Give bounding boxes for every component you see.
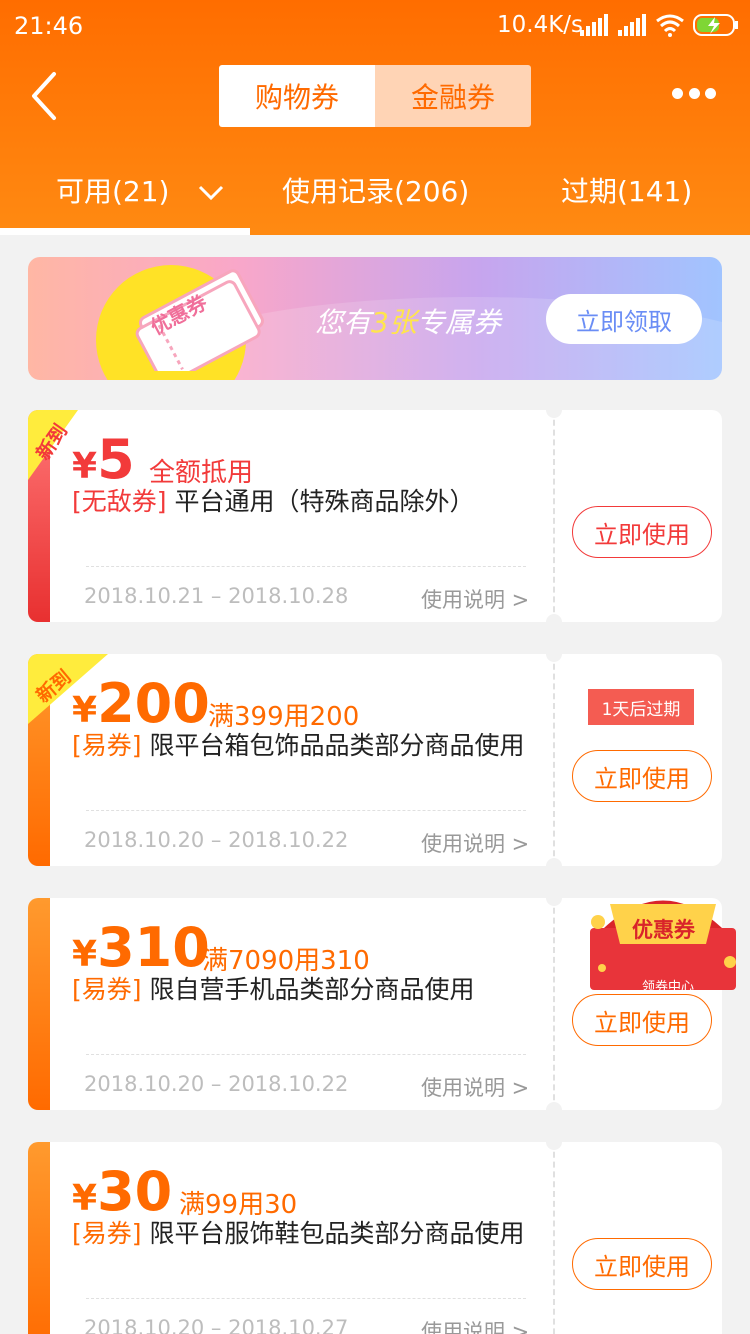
usage-instructions-link[interactable]: 使用说明 > [421,828,529,858]
notch [546,898,562,906]
coupon-condition: 全额抵用 [149,458,254,488]
notch [546,1102,562,1110]
network-speed: 10.4K/s [497,12,584,38]
banner-message-prefix: 您有 [315,306,372,339]
coupon-validity-dates: 2018.10.20 – 2018.10.27 [84,1316,349,1334]
coupon-condition: 满99用30 [179,1190,298,1220]
banner-message-suffix: 专属券 [416,306,501,339]
use-now-button[interactable]: 立即使用 [572,1238,712,1290]
perforation-line [553,898,555,1110]
status-bar: 21:46 10.4K/s [0,0,750,52]
notch [546,410,562,418]
chevron-down-icon [199,185,224,201]
coupon-amount-value: 30 [97,1160,173,1223]
coupon-amount-value: 310 [97,916,210,979]
divider [86,566,526,567]
signal-icon [580,14,608,36]
coupon-color-bar [28,898,50,1110]
segment-finance-coupon[interactable]: 金融券 [375,65,531,127]
coupon-description: [易券] 限平台箱包饰品品类部分商品使用 [72,730,540,762]
tab-usage-history[interactable]: 使用记录(206) [282,170,469,210]
divider [86,810,526,811]
notch [546,1142,562,1150]
packet-title: 优惠券 [632,918,695,942]
coupon-card: 新到 ¥5 全额抵用 [无敌券] 平台通用（特殊商品除外） 2018.10.21… [28,410,722,622]
wifi-icon [656,14,684,37]
coupon-description: [易券] 限自营手机品类部分商品使用 [72,974,540,1006]
use-now-button[interactable]: 立即使用 [572,506,712,558]
tab-available-label: 可用(21) [56,175,170,208]
coupon-condition: 满399用200 [208,702,360,732]
coupon-condition: 满7090用310 [202,946,370,976]
coupon-description-text: 限平台箱包饰品品类部分商品使用 [149,731,525,760]
use-now-button[interactable]: 立即使用 [572,750,712,802]
packet-subtitle: 领券中心 [642,980,695,995]
expiry-badge: 1天后过期 [588,689,694,725]
coupon-description-text: 限自营手机品类部分商品使用 [149,975,475,1004]
coupon-type-segmented-control: 购物券 金融券 [219,65,531,127]
coupon-status-tabs: 可用(21) 使用记录(206) 过期(141) [0,160,750,235]
status-time: 21:46 [14,12,84,40]
coupon-tag: [易券] [72,1219,142,1248]
coupon-amount: ¥200 [72,672,210,735]
tab-expired[interactable]: 过期(141) [561,170,692,210]
back-arrow-icon[interactable] [24,66,64,126]
coupon-description: [无敌券] 平台通用（特殊商品除外） [72,486,540,518]
coupon-description-text: 限平台服饰鞋包品类部分商品使用 [149,1219,525,1248]
perforation-line [553,1142,555,1334]
active-tab-indicator [0,228,250,235]
coupon-card: 新到 ¥200 满399用200 [易券] 限平台箱包饰品品类部分商品使用 20… [28,654,722,866]
perforation-line [553,654,555,866]
perforation-line [553,410,555,622]
coupon-validity-dates: 2018.10.20 – 2018.10.22 [84,828,349,852]
exclusive-coupon-banner[interactable]: 优惠券 您有3张专属券 立即领取 [28,257,722,380]
coupon-card: ¥30 满99用30 [易券] 限平台服饰鞋包品类部分商品使用 2018.10.… [28,1142,722,1334]
signal-icon-2 [618,14,646,36]
coupon-amount: ¥5 [72,428,135,491]
coupon-tag: [易券] [72,975,142,1004]
notch [546,858,562,866]
app-header: 21:46 10.4K/s 购物券 金融券 可用(21) 使用记录(206) 过… [0,0,750,235]
coupon-amount-value: 200 [97,672,210,735]
banner-message-number: 3张 [371,306,417,339]
coupon-color-bar [28,1142,50,1334]
use-now-button[interactable]: 立即使用 [572,994,712,1046]
coupon-amount-value: 5 [97,428,135,491]
more-options-icon[interactable] [672,88,716,102]
usage-instructions-link[interactable]: 使用说明 > [421,584,529,614]
coupon-description-text: 平台通用（特殊商品除外） [174,487,475,516]
coupon-center-floating-button[interactable]: 优惠券 领券中心 [584,888,742,1000]
divider [86,1054,526,1055]
coupon-description: [易券] 限平台服饰鞋包品类部分商品使用 [72,1218,540,1250]
segment-shopping-coupon[interactable]: 购物券 [219,65,375,127]
divider [86,1298,526,1299]
notch [546,654,562,662]
usage-instructions-link[interactable]: 使用说明 > [421,1072,529,1102]
notch [546,614,562,622]
coupon-tag: [易券] [72,731,142,760]
coupon-validity-dates: 2018.10.20 – 2018.10.22 [84,1072,349,1096]
battery-icon [693,14,738,36]
claim-now-button[interactable]: 立即领取 [546,294,702,344]
coupon-amount: ¥30 [72,1160,173,1223]
banner-message: 您有3张专属券 [315,301,501,341]
usage-instructions-link[interactable]: 使用说明 > [421,1316,529,1334]
tab-available[interactable]: 可用(21) [56,170,224,210]
coupon-tag: [无敌券] [72,487,167,516]
coupon-validity-dates: 2018.10.21 – 2018.10.28 [84,584,349,608]
coupon-amount: ¥310 [72,916,210,979]
